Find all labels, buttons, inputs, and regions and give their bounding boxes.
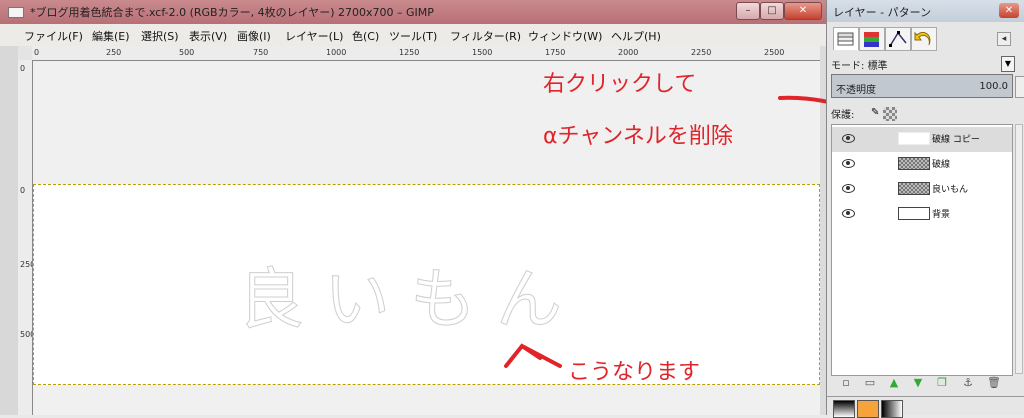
minimize-button[interactable]: – [736,2,760,20]
ruler-label: 500 [20,330,32,339]
anchor-icon[interactable]: ⚓ [961,376,975,389]
annotation-delete-alpha: αチャンネルを削除 [543,124,733,149]
menu-tools[interactable]: ツール(T) [389,28,437,44]
layer-name: 破線 [932,160,951,170]
menu-layer[interactable]: レイヤー(L) [285,28,343,44]
mode-row: モード: 標準 ▼ [831,56,1015,72]
menu-bar: ファイル(F) 編集(E) 選択(S) 表示(V) 画像(I) レイヤー(L) … [0,24,826,47]
layer-thumbnail [898,132,930,145]
ruler-label: 750 [253,48,269,57]
opacity-spinner[interactable] [1015,76,1024,98]
new-group-icon[interactable]: ▭ [863,376,877,389]
ruler-label: 250 [20,260,32,269]
mode-dropdown-icon[interactable]: ▼ [1001,56,1015,72]
lower-icon[interactable]: ▼ [911,376,925,389]
lock-alpha-icon[interactable] [883,107,897,121]
layer-name: 良いもん [932,185,969,195]
menu-help[interactable]: ヘルプ(H) [611,28,661,44]
dock-close-button[interactable]: ✕ [999,3,1019,18]
undo-icon [914,31,931,46]
channels-icon [864,32,879,47]
duplicate-icon[interactable]: ❐ [935,376,949,389]
ruler-label: 500 [179,48,195,57]
annotation-result: こうなります [568,360,701,385]
dock-title: レイヤー - パターン [833,6,932,19]
menu-view[interactable]: 表示(V) [189,28,227,44]
layer-thumbnail [898,157,930,170]
menu-select[interactable]: 選択(S) [141,28,179,44]
layer-buttons: ▫ ▭ ▲ ▼ ❐ ⚓ 🗑 [831,376,1011,390]
ruler-label: 1750 [545,48,566,57]
menu-file[interactable]: ファイル(F) [24,28,83,44]
window-title: *ブログ用着色統合まで.xcf-2.0 (RGBカラー, 4枚のレイヤー) 27… [30,6,434,19]
menu-image[interactable]: 画像(I) [237,28,271,44]
gimp-app-icon [8,7,24,18]
ruler-label: 1000 [326,48,347,57]
arrow-up-icon [504,343,562,368]
lock-label: 保護: [831,110,855,121]
layers-dock: レイヤー - パターン ✕ ◂ モード: 標準 ▼ 不透明度 100.0 保護:… [826,0,1024,418]
delete-icon[interactable]: 🗑 [987,376,1001,389]
lock-pixels-icon[interactable]: ✎ [871,107,881,119]
layers-icon [837,32,854,46]
ruler-label: 1250 [399,48,420,57]
layer-name: 背景 [932,210,951,220]
visibility-eye-icon[interactable] [842,209,855,218]
layers-list: 破線 コピー 破線 良いもん 背景 [831,124,1013,376]
raise-icon[interactable]: ▲ [887,376,901,389]
layer-row[interactable]: 破線 コピー [832,127,1012,152]
horizontal-ruler[interactable]: 0 250 500 750 1000 1250 1500 1750 2000 2… [32,46,820,61]
layer-row[interactable]: 破線 [832,152,1012,177]
tab-undo[interactable] [911,27,937,51]
menu-colors[interactable]: 色(C) [352,28,379,44]
mode-value[interactable]: 標準 [868,61,888,72]
dock-menu-button[interactable]: ◂ [997,32,1011,46]
canvas-text: 良いもん [238,261,582,339]
vertical-ruler[interactable]: 0 0 250 500 [18,60,33,415]
gradient-swatch[interactable] [881,400,903,418]
menu-windows[interactable]: ウィンドウ(W) [528,28,602,44]
layer-row[interactable]: 良いもん [832,177,1012,202]
ruler-label: 2250 [691,48,712,57]
ruler-label: 2000 [618,48,639,57]
paths-icon [889,31,907,47]
annotation-right-click: 右クリックして [543,72,697,97]
visibility-eye-icon[interactable] [842,134,855,143]
ruler-corner[interactable] [18,46,33,61]
dock-bottom-bar [827,396,1024,418]
ruler-label: 0 [20,186,26,195]
layer-row[interactable]: 背景 [832,202,1012,227]
dock-title-bar: レイヤー - パターン ✕ [827,0,1024,22]
ruler-label: 250 [106,48,122,57]
layers-scrollbar[interactable] [1015,124,1023,374]
opacity-label: 不透明度 [836,85,876,96]
toolbox-edge [0,46,18,415]
visibility-eye-icon[interactable] [842,184,855,193]
tab-layers[interactable] [833,27,859,50]
layer-name: 破線 コピー [932,135,980,145]
pattern-swatch[interactable] [857,400,879,418]
layer-thumbnail [898,207,930,220]
brush-swatch[interactable] [833,400,855,418]
image-window: *ブログ用着色統合まで.xcf-2.0 (RGBカラー, 4枚のレイヤー) 27… [0,0,826,415]
tab-channels[interactable] [859,27,885,51]
ruler-label: 0 [34,48,40,57]
new-layer-icon[interactable]: ▫ [839,376,853,389]
layer-thumbnail [898,182,930,195]
ruler-label: 0 [20,64,26,73]
menu-filters[interactable]: フィルター(R) [450,28,521,44]
opacity-value[interactable]: 100.0 [979,81,1008,92]
ruler-label: 1500 [472,48,493,57]
menu-edit[interactable]: 編集(E) [92,28,130,44]
close-button[interactable]: ✕ [784,2,822,20]
lock-row: 保護: ✎ [831,104,1013,122]
opacity-slider[interactable]: 不透明度 100.0 [831,74,1013,98]
maximize-button[interactable]: □ [760,2,784,20]
ruler-label: 2500 [764,48,785,57]
visibility-eye-icon[interactable] [842,159,855,168]
dock-tabs: ◂ [827,24,1024,52]
tab-paths[interactable] [885,27,911,51]
title-bar: *ブログ用着色統合まで.xcf-2.0 (RGBカラー, 4枚のレイヤー) 27… [0,0,826,24]
mode-label: モード: 標準 [831,61,888,72]
